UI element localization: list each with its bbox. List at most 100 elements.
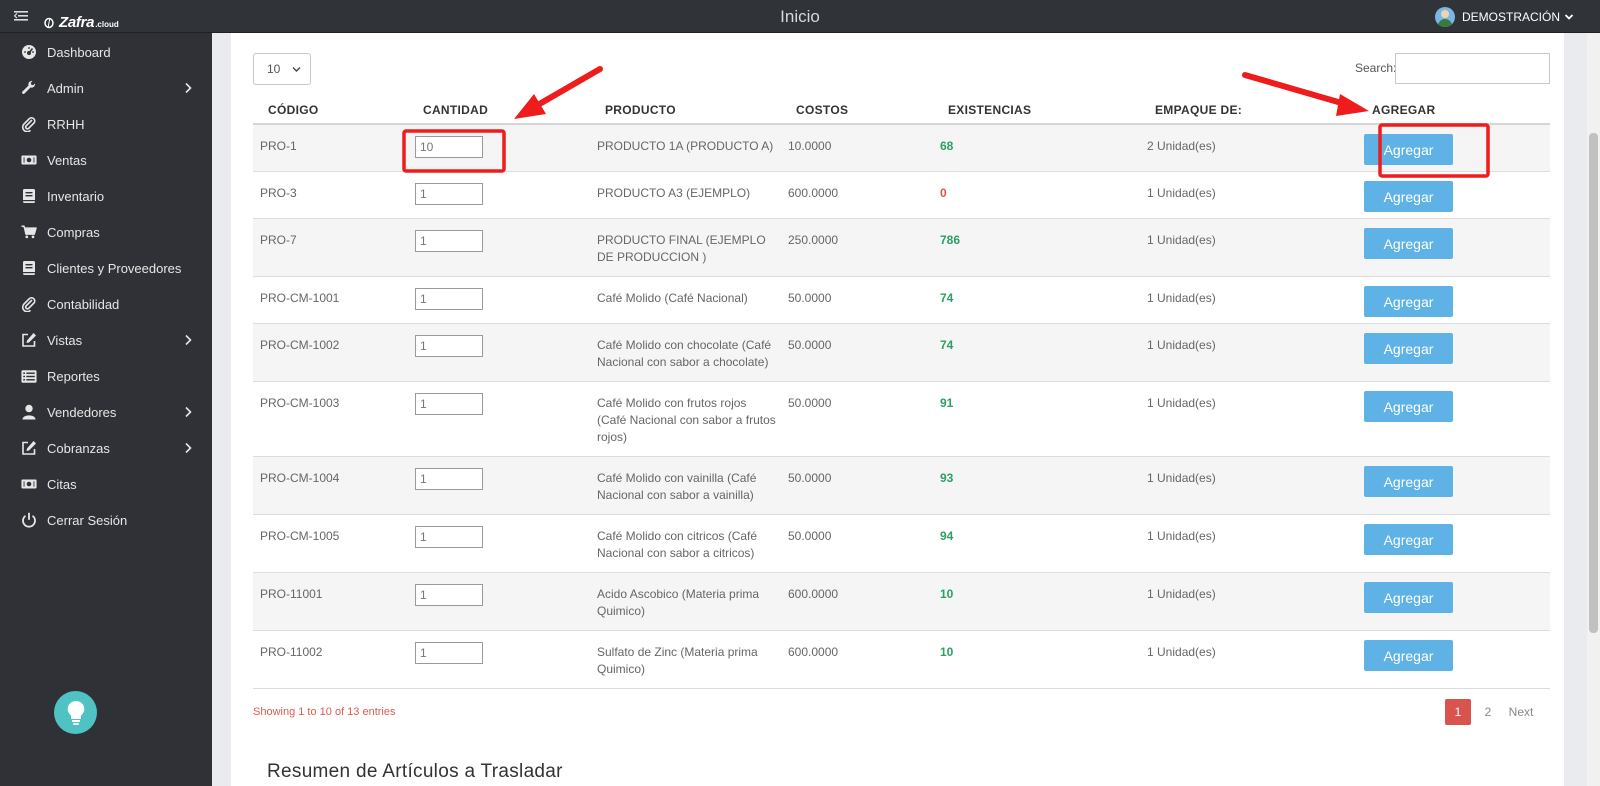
add-button[interactable]: Agregar: [1364, 181, 1453, 212]
chevron-down-icon: [1564, 14, 1574, 20]
product-code: PRO-3: [260, 186, 297, 200]
product-code: PRO-7: [260, 233, 297, 247]
quantity-input[interactable]: [415, 136, 483, 158]
product-code: PRO-CM-1002: [260, 338, 340, 352]
column-header-existencias[interactable]: EXISTENCIAS: [948, 103, 1031, 117]
list-icon: [21, 368, 37, 384]
sidebar-item-inventario[interactable]: Inventario: [0, 181, 212, 211]
sidebar-item-cerrar-sesion[interactable]: Cerrar Sesión: [0, 505, 212, 535]
sidebar-item-dashboard[interactable]: Dashboard: [0, 37, 212, 67]
sidebar-item-label: Compras: [47, 224, 100, 240]
logo-text: Zafra: [59, 14, 95, 31]
sidebar-item-label: Contabilidad: [47, 296, 120, 312]
lightbulb-help-button[interactable]: [54, 691, 97, 734]
table-row: PRO-CM-1001 Café Molido (Café Nacional) …: [253, 277, 1550, 324]
sidebar-item-cobranzas[interactable]: Cobranzas: [0, 433, 212, 463]
product-cost: 50.0000: [788, 471, 832, 485]
table-row: PRO-1 PRODUCTO 1A (PRODUCTO A) 10.0000 6…: [253, 125, 1550, 172]
product-pack: 2 Unidad(es): [1147, 139, 1216, 153]
quantity-input[interactable]: [415, 393, 483, 415]
product-stock: 0: [940, 186, 947, 200]
scrollbar-thumb[interactable]: [1589, 133, 1598, 633]
chevron-right-icon: [185, 82, 192, 94]
sidebar-item-label: Inventario: [47, 188, 105, 204]
table-row: PRO-CM-1003 Café Molido con frutos rojos…: [253, 382, 1550, 457]
money-icon: [21, 152, 37, 168]
sidebar-item-compras[interactable]: Compras: [0, 217, 212, 247]
paperclip-icon: [21, 296, 37, 312]
quantity-input[interactable]: [415, 468, 483, 490]
table-info: Showing 1 to 10 of 13 entries: [253, 706, 396, 718]
product-stock: 93: [940, 471, 954, 485]
sidebar-item-label: Cobranzas: [47, 440, 110, 456]
column-header-cantidad[interactable]: CANTIDAD: [423, 103, 488, 117]
product-cost: 600.0000: [788, 587, 839, 601]
section-title: Resumen de Artículos a Trasladar: [267, 761, 563, 782]
search-input[interactable]: [1395, 53, 1550, 84]
table-row: PRO-7 PRODUCTO FINAL (EJEMPLO DE PRODUCC…: [253, 219, 1550, 277]
pagination-page-1[interactable]: 1: [1445, 699, 1471, 725]
column-header-empaque[interactable]: EMPAQUE DE:: [1155, 103, 1242, 117]
add-button[interactable]: Agregar: [1364, 228, 1453, 259]
product-name: Café Molido con citricos (Café Nacional …: [597, 529, 758, 560]
page-length-select[interactable]: 10: [253, 53, 311, 85]
sidebar-item-vendedores[interactable]: Vendedores: [0, 397, 212, 427]
product-name: Café Molido (Café Nacional): [597, 291, 748, 305]
add-button[interactable]: Agregar: [1364, 466, 1453, 497]
add-button[interactable]: Agregar: [1364, 134, 1453, 165]
sidebar-item-vistas[interactable]: Vistas: [0, 325, 212, 355]
product-cost: 50.0000: [788, 338, 832, 352]
cart-icon: [21, 224, 37, 240]
table-row: PRO-CM-1005 Café Molido con citricos (Ca…: [253, 515, 1550, 573]
paperclip-icon: [21, 116, 37, 132]
sidebar-item-admin[interactable]: Admin: [0, 73, 212, 103]
sidebar-item-citas[interactable]: Citas: [0, 469, 212, 499]
quantity-input[interactable]: [415, 526, 483, 548]
quantity-input[interactable]: [415, 183, 483, 205]
add-button[interactable]: Agregar: [1364, 524, 1453, 555]
add-button[interactable]: Agregar: [1364, 286, 1453, 317]
sidebar-item-ventas[interactable]: Ventas: [0, 145, 212, 175]
quantity-input[interactable]: [415, 230, 483, 252]
column-header-codigo[interactable]: CÓDIGO: [268, 103, 318, 117]
sidebar-item-reportes[interactable]: Reportes: [0, 361, 212, 391]
add-button[interactable]: Agregar: [1364, 640, 1453, 671]
product-name: PRODUCTO A3 (EJEMPLO): [597, 186, 751, 200]
add-button[interactable]: Agregar: [1364, 333, 1453, 364]
quantity-input[interactable]: [415, 642, 483, 664]
product-code: PRO-11002: [260, 645, 323, 659]
column-header-producto[interactable]: PRODUCTO: [605, 103, 676, 117]
menu-toggle-icon[interactable]: [14, 9, 28, 23]
product-pack: 1 Unidad(es): [1147, 471, 1216, 485]
product-name: PRODUCTO FINAL (EJEMPLO DE PRODUCCION ): [597, 233, 766, 264]
add-button[interactable]: Agregar: [1364, 391, 1453, 422]
pagination-next[interactable]: Next: [1503, 699, 1539, 725]
logo-subtext: .cloud: [95, 20, 119, 29]
sidebar-item-label: Clientes y Proveedores: [47, 260, 182, 276]
sidebar-item-contabilidad[interactable]: Contabilidad: [0, 289, 212, 319]
quantity-input[interactable]: [415, 584, 483, 606]
product-pack: 1 Unidad(es): [1147, 645, 1216, 659]
main-content: 10 Search: CÓDIGO CANTIDAD PRODUCTO COST…: [212, 33, 1587, 786]
quantity-input[interactable]: [415, 288, 483, 310]
column-header-costos[interactable]: COSTOS: [796, 103, 848, 117]
product-code: PRO-CM-1004: [260, 471, 340, 485]
product-stock: 786: [940, 233, 961, 247]
pagination-page-2[interactable]: 2: [1477, 699, 1499, 725]
page-scrollbar[interactable]: [1587, 33, 1600, 786]
product-pack: 1 Unidad(es): [1147, 291, 1216, 305]
app-logo[interactable]: Zafra .cloud: [44, 11, 119, 31]
product-pack: 1 Unidad(es): [1147, 587, 1216, 601]
sidebar-item-clientes-proveedores[interactable]: Clientes y Proveedores: [0, 253, 212, 283]
sidebar-item-label: Cerrar Sesión: [47, 512, 128, 528]
add-button[interactable]: Agregar: [1364, 582, 1453, 613]
book-icon: [21, 260, 37, 276]
sidebar-item-rrhh[interactable]: RRHH: [0, 109, 212, 139]
sidebar-item-label: RRHH: [47, 116, 85, 132]
sidebar-item-label: Reportes: [47, 368, 100, 384]
product-code: PRO-1: [260, 139, 297, 153]
user-menu[interactable]: DEMOSTRACIÓN: [1434, 7, 1574, 27]
sidebar-item-label: Ventas: [47, 152, 87, 168]
quantity-input[interactable]: [415, 335, 483, 357]
product-pack: 1 Unidad(es): [1147, 396, 1216, 410]
